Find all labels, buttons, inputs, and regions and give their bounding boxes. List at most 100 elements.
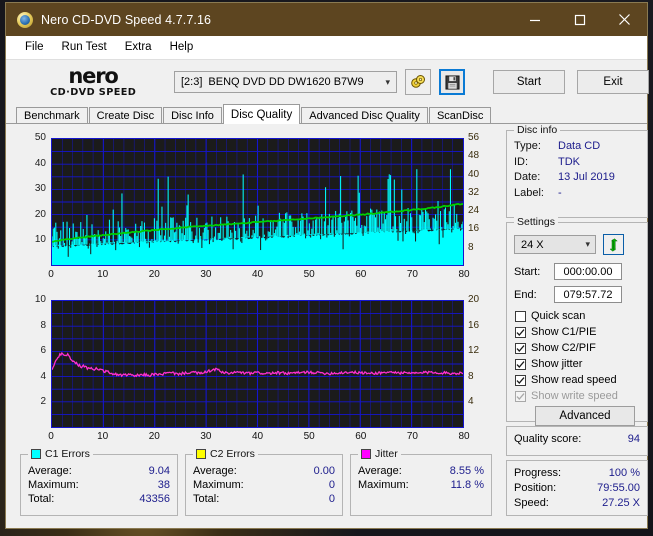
- x-tick-label: 10: [97, 431, 109, 442]
- disc-info-box: Disc info Type: Data CD ID: TDK Date: 13 Ju…: [506, 124, 648, 218]
- stat-row: Average: 0.00: [186, 464, 342, 478]
- checkbox-checked-disabled-icon: [515, 390, 526, 402]
- checkbox-show-write-speed: Show write speed: [515, 390, 618, 402]
- x-tick-label: 60: [355, 431, 367, 442]
- x-tick-label: 30: [200, 431, 212, 442]
- floppy-save-icon: [444, 74, 460, 90]
- tab-strip: Benchmark Create Disc Disc Info Disc Qua…: [6, 104, 647, 124]
- window-title: Nero CD-DVD Speed 4.7.7.16: [41, 12, 212, 27]
- c2-stats-title-wrap: C2 Errors: [193, 448, 258, 460]
- position-value: 79:55.00: [597, 482, 640, 494]
- start-input[interactable]: 000:00.00: [554, 263, 622, 280]
- settings-box: Settings 24 X ▾ Start: 000:00.00 End: 07…: [506, 216, 648, 426]
- quality-score-label: Quality score:: [514, 433, 582, 445]
- logo-wordmark: nero: [68, 64, 118, 89]
- menu-file[interactable]: File: [16, 39, 53, 55]
- disc-info-row: Type: Data CD: [507, 139, 647, 155]
- c1-maximum-value: 38: [157, 479, 170, 491]
- progress-value: 100 %: [608, 467, 640, 479]
- jitter-maximum-value: 11.8 %: [450, 479, 484, 491]
- close-button[interactable]: [602, 3, 647, 36]
- c2-maximum-value: 0: [328, 479, 335, 491]
- maximize-button[interactable]: [557, 3, 602, 36]
- refresh-button[interactable]: [603, 234, 624, 255]
- disc-info-row: ID: TDK: [507, 155, 647, 171]
- x-tick-label: 30: [200, 269, 212, 280]
- c2-plot-area: [51, 300, 464, 428]
- settings-title: Settings: [514, 216, 558, 228]
- tab-disc-quality[interactable]: Disc Quality: [222, 104, 301, 124]
- menu-extra[interactable]: Extra: [116, 39, 161, 55]
- c2-errors-jitter-chart: 2 4 6 8 10 4 8 12 16 20 0 10 20 30 40 50 60 70 80: [20, 292, 490, 447]
- jitter-color-swatch: [361, 449, 371, 459]
- status-row: Speed: 27.25 X: [507, 496, 647, 511]
- disc-label-value: -: [558, 186, 562, 199]
- c2-errors-stats-box: C2 Errors Average: 0.00 Maximum: 0 Total: 0: [185, 448, 343, 516]
- x-tick-label: 80: [458, 269, 470, 280]
- y-tick-label: 20: [34, 208, 46, 220]
- c1-average-label: Average:: [28, 465, 72, 477]
- charts-pane: 10 20 30 40 50 8 16 24 32 40 48 56 0 10 20 30 40 50 60 70…: [6, 124, 498, 528]
- disc-label-label: Label:: [514, 186, 544, 199]
- nero-logo: nero CD·DVD SPEED: [20, 66, 166, 98]
- y-tick-label: 30: [34, 183, 46, 195]
- save-results-button[interactable]: [439, 69, 465, 95]
- x-tick-label: 10: [97, 269, 109, 280]
- y-tick-label: 2: [40, 396, 46, 408]
- x-tick-label: 60: [355, 269, 367, 280]
- c1-average-value: 9.04: [148, 465, 170, 477]
- c2-total-value: 0: [328, 493, 335, 505]
- checkbox-show-read-speed[interactable]: Show read speed: [515, 374, 617, 386]
- x-tick-label: 20: [148, 269, 160, 280]
- menu-help[interactable]: Help: [161, 39, 203, 55]
- checkbox-label: Show C1/PIE: [531, 326, 597, 338]
- checkbox-checked-icon: [515, 374, 526, 386]
- disc-info-row: Label: -: [507, 186, 647, 202]
- drive-select[interactable]: [2:3] BENQ DVD DD DW1620 B7W9 ▾: [174, 71, 397, 93]
- c1-color-swatch: [31, 449, 41, 459]
- advanced-button[interactable]: Advanced: [535, 406, 635, 426]
- y-tick-label: 4: [40, 370, 46, 382]
- disc-info-title: Disc info: [514, 124, 561, 136]
- minimize-button[interactable]: [512, 3, 557, 36]
- c1-total-value: 43356: [139, 493, 170, 505]
- tab-content-disc-quality: 10 20 30 40 50 8 16 24 32 40 48 56 0 10 20 30 40 50 60 70…: [6, 123, 648, 528]
- checkbox-icon: [515, 310, 526, 322]
- y2-tick-label: 4: [468, 396, 474, 408]
- y-tick-label: 6: [40, 345, 46, 357]
- jitter-average-label: Average:: [358, 465, 402, 477]
- jitter-stats-title-wrap: Jitter: [358, 448, 401, 460]
- tab-create-disc[interactable]: Create Disc: [88, 107, 163, 124]
- disc-type-value: Data CD: [558, 140, 601, 152]
- checkbox-show-c1-pie[interactable]: Show C1/PIE: [515, 326, 596, 338]
- title-bar: Nero CD-DVD Speed 4.7.7.16: [6, 3, 647, 36]
- y-tick-label: 8: [40, 319, 46, 331]
- y2-tick-label: 16: [468, 223, 480, 235]
- menu-run-test[interactable]: Run Test: [53, 39, 116, 55]
- tab-benchmark[interactable]: Benchmark: [16, 107, 88, 124]
- y2-tick-label: 32: [468, 186, 480, 198]
- stat-row: Total: 0: [186, 492, 342, 506]
- speed-select[interactable]: 24 X ▾: [514, 235, 596, 254]
- tab-advanced-disc-quality[interactable]: Advanced Disc Quality: [301, 107, 428, 124]
- checkbox-label: Show read speed: [531, 374, 617, 386]
- quality-score-box: Quality score: 94: [506, 426, 648, 456]
- tab-scandisc[interactable]: ScanDisc: [428, 107, 492, 124]
- status-box: Progress: 100 % Position: 79:55.00 Speed: 2…: [506, 460, 648, 516]
- y-tick-label: 40: [34, 157, 46, 169]
- checkbox-show-jitter[interactable]: Show jitter: [515, 358, 582, 370]
- start-button[interactable]: Start: [493, 70, 565, 94]
- checkbox-quick-scan[interactable]: Quick scan: [515, 310, 585, 322]
- x-tick-label: 70: [406, 269, 418, 280]
- tab-disc-info[interactable]: Disc Info: [163, 107, 222, 124]
- end-input[interactable]: 079:57.72: [554, 286, 622, 303]
- x-tick-label: 80: [458, 431, 470, 442]
- checkbox-show-c2-pif[interactable]: Show C2/PIF: [515, 342, 596, 354]
- speed-value: 27.25 X: [602, 497, 640, 509]
- y2-tick-label: 40: [468, 168, 480, 180]
- grid-lines: [52, 301, 463, 427]
- exit-button[interactable]: Exit: [577, 70, 649, 94]
- disc-info-row: Date: 13 Jul 2019: [507, 170, 647, 186]
- disc-eject-button[interactable]: [405, 69, 431, 95]
- c2-color-swatch: [196, 449, 206, 459]
